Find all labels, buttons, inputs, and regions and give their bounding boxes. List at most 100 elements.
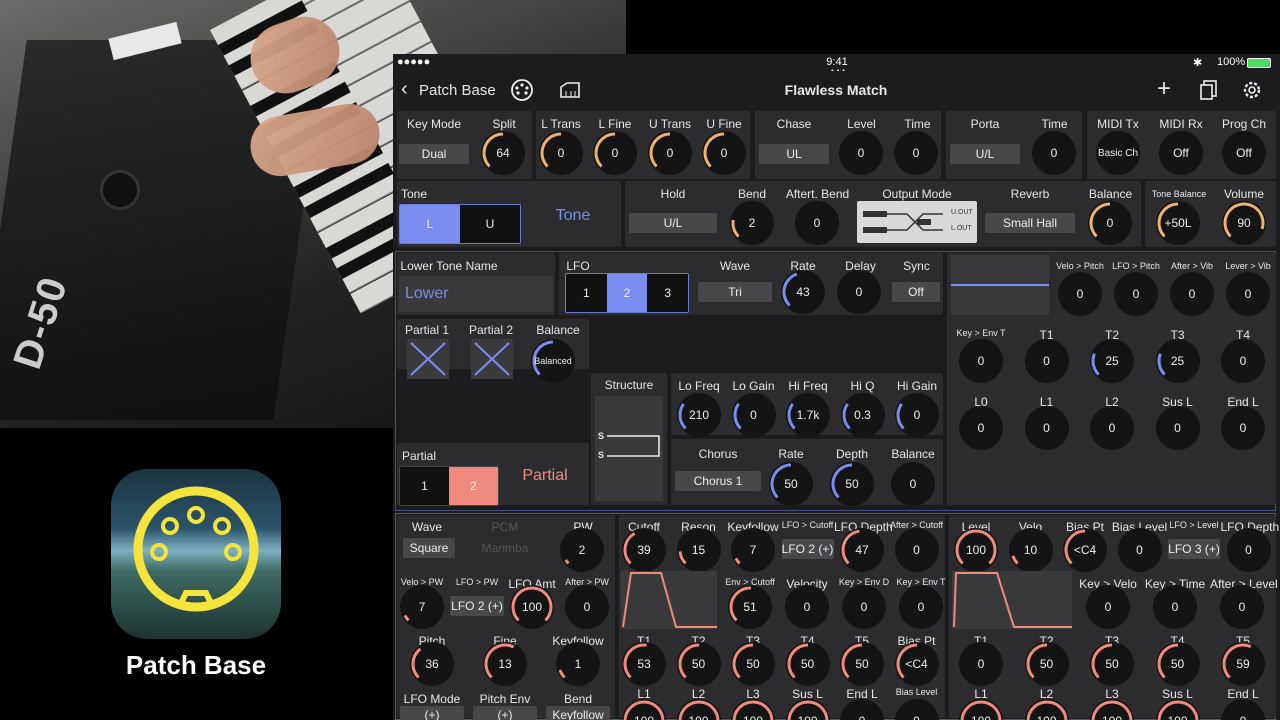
midi-port-icon[interactable] (509, 77, 535, 103)
wg-row4-2-select[interactable]: Keyfollow (546, 705, 610, 720)
lfo-seg-2[interactable]: 2 (606, 274, 648, 312)
keyboard-icon[interactable] (559, 81, 581, 99)
lfo-seg-3[interactable]: 3 (647, 274, 688, 312)
wg-row2-0-knob[interactable]: 7 (400, 585, 444, 630)
lfo-segmented-control[interactable]: 123 (565, 273, 689, 313)
tva-row2-2-knob[interactable]: 0 (1220, 585, 1264, 630)
pitch-env-top-3-knob[interactable]: 0 (1226, 272, 1270, 316)
reverb-select[interactable]: Small Hall (985, 213, 1075, 233)
tvf-row2-2-knob[interactable]: 0 (842, 585, 886, 630)
tva-l0-knob[interactable]: 100 (959, 698, 1003, 720)
lfo-delay-knob[interactable]: 0 (837, 270, 881, 314)
tva-row1-2-knob[interactable]: <C4 (1063, 527, 1107, 572)
tva-t1-knob[interactable]: 50 (1024, 642, 1069, 687)
tvf-row2-3-knob[interactable]: 0 (899, 585, 943, 630)
lfo-cutoff-select[interactable]: LFO 2 (+) (781, 539, 834, 560)
tva-t0-knob[interactable]: 0 (959, 642, 1003, 687)
pitch-env-l2-knob[interactable]: 0 (1090, 406, 1134, 450)
tva-l1-knob[interactable]: 100 (1024, 698, 1069, 720)
partial-segmented-control[interactable]: 12 (399, 466, 499, 506)
l-fine-knob[interactable]: 0 (593, 131, 637, 175)
tvf-l4-knob[interactable]: 0 (840, 698, 884, 720)
tva-l3-knob[interactable]: 100 (1155, 698, 1200, 720)
tvf-t4-knob[interactable]: 50 (840, 642, 884, 687)
wg-row2-3-knob[interactable]: 0 (565, 585, 609, 630)
chase-select[interactable]: UL (759, 144, 829, 164)
tvf-row2-0-knob[interactable]: 51 (728, 585, 772, 630)
back-button[interactable]: Patch Base (419, 82, 496, 99)
tvf-l3-knob[interactable]: 100 (785, 698, 830, 720)
pitch-env-l1-knob[interactable]: 0 (1024, 406, 1069, 450)
output-mode-diagram[interactable]: U.OUT L.OUT (857, 201, 977, 243)
pitch-env-l3-knob[interactable]: 0 (1155, 406, 1200, 450)
tvf-t5-knob[interactable]: <C4 (894, 642, 939, 687)
pcm-select[interactable]: Marimba (463, 537, 547, 558)
wg-row2-2-knob[interactable]: 100 (510, 585, 554, 630)
lfo-seg-1[interactable]: 1 (566, 274, 607, 312)
pitch-env-t4-knob[interactable]: 0 (1221, 339, 1265, 383)
eq-hi-q-knob[interactable]: 0.3 (840, 393, 885, 437)
eq-lo-freq-knob[interactable]: 210 (677, 393, 721, 437)
wg-row3-0-knob[interactable]: 36 (410, 642, 454, 687)
tvf-row1-0-knob[interactable]: 39 (622, 527, 666, 572)
balance-knob[interactable]: 0 (1088, 201, 1132, 245)
l-trans-knob[interactable]: 0 (539, 131, 583, 175)
wave-select[interactable]: Square (403, 537, 455, 558)
pitch-env-top-1-knob[interactable]: 0 (1114, 272, 1158, 316)
tva-row1-0-knob[interactable]: 100 (954, 527, 998, 572)
tva-row2-1-knob[interactable]: 0 (1153, 585, 1197, 630)
tva-t3-knob[interactable]: 50 (1155, 642, 1200, 687)
wg-row3-2-knob[interactable]: 1 (556, 642, 600, 687)
wg-row4-1-select[interactable]: (+) (473, 705, 537, 720)
tvf-l2-knob[interactable]: 100 (731, 698, 775, 720)
eq-hi-freq-knob[interactable]: 1.7k (786, 393, 830, 437)
tvf-row1-5-knob[interactable]: 0 (894, 527, 939, 572)
tva-row2-0-knob[interactable]: 0 (1086, 585, 1130, 630)
chorus-depth-knob[interactable]: 50 (830, 462, 874, 506)
pitch-env-t1-knob[interactable]: 0 (1024, 339, 1069, 383)
lfo-sync-select[interactable]: Off (892, 282, 940, 302)
pitch-env-top-0-knob[interactable]: 0 (1058, 272, 1102, 316)
tvf-t0-knob[interactable]: 53 (622, 642, 666, 687)
tva-t4-knob[interactable]: 59 (1221, 642, 1265, 687)
tone-segmented-control[interactable]: LU (399, 204, 521, 244)
tvf-l0-knob[interactable]: 100 (622, 698, 666, 720)
tone-name-field[interactable]: Lower (399, 276, 553, 312)
chase-level-knob[interactable]: 0 (839, 131, 883, 175)
pitch-env-l4-knob[interactable]: 0 (1221, 406, 1265, 450)
split-knob[interactable]: 64 (481, 131, 525, 175)
tvf-row1-2-knob[interactable]: 7 (731, 527, 775, 572)
prog-ch-knob[interactable]: Off (1222, 131, 1266, 175)
hold-select[interactable]: U/L (629, 213, 717, 233)
gear-icon[interactable] (1241, 79, 1263, 101)
tva-row1-3-knob[interactable]: 0 (1117, 527, 1162, 572)
tone-balance-knob[interactable]: +50L (1156, 201, 1200, 245)
chorus-balance-knob[interactable]: 0 (891, 462, 935, 506)
u-fine-knob[interactable]: 0 (702, 131, 746, 175)
tvf-t2-knob[interactable]: 50 (731, 642, 775, 687)
pw-knob[interactable]: 2 (560, 527, 604, 572)
tvf-l5-knob[interactable]: 0 (894, 698, 939, 720)
pitch-env-t2-knob[interactable]: 25 (1090, 339, 1134, 383)
tva-t2-knob[interactable]: 50 (1090, 642, 1134, 687)
eq-lo-gain-knob[interactable]: 0 (731, 393, 776, 437)
midi-tx-knob[interactable]: Basic Ch (1096, 131, 1140, 175)
eq-hi-gain-knob[interactable]: 0 (895, 393, 939, 437)
tva-l4-knob[interactable]: 0 (1221, 698, 1265, 720)
partial2-mute-icon[interactable] (471, 339, 513, 379)
tva-row1-5-knob[interactable]: 0 (1226, 527, 1271, 572)
pitch-env-t0-knob[interactable]: 0 (959, 339, 1003, 383)
after-bend-knob[interactable]: 0 (795, 201, 839, 245)
lfo-rate-knob[interactable]: 43 (781, 270, 825, 314)
tvf-env-graph[interactable] (621, 571, 717, 630)
key-mode-select[interactable]: Dual (399, 144, 469, 164)
volume-knob[interactable]: 90 (1222, 201, 1266, 245)
chorus-select[interactable]: Chorus 1 (675, 471, 761, 491)
tva-row1-1-knob[interactable]: 10 (1008, 527, 1053, 572)
chase-time-knob[interactable]: 0 (894, 131, 938, 175)
copy-icon[interactable] (1199, 79, 1219, 101)
tvf-t3-knob[interactable]: 50 (785, 642, 830, 687)
lfo-level-select[interactable]: LFO 3 (+) (1168, 539, 1220, 560)
tone-seg-l[interactable]: L (400, 205, 460, 243)
tvf-l1-knob[interactable]: 100 (676, 698, 721, 720)
